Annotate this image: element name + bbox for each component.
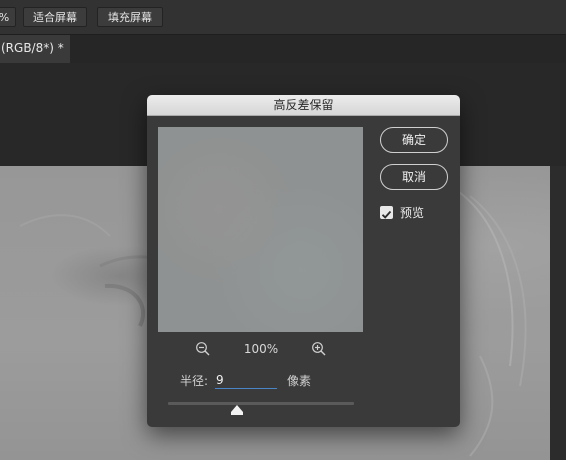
- filter-preview[interactable]: [158, 127, 363, 332]
- ok-button[interactable]: 确定: [380, 127, 448, 153]
- document-tab-bar: (RGB/8*) *: [0, 35, 566, 63]
- zoom-level: 100%: [243, 342, 279, 356]
- radius-label: 半径:: [180, 374, 209, 388]
- document-tab[interactable]: (RGB/8*) *: [0, 35, 70, 63]
- radius-slider-thumb[interactable]: [231, 405, 243, 415]
- dialog-title[interactable]: 高反差保留: [147, 95, 460, 116]
- fill-screen-button[interactable]: 填充屏幕: [97, 7, 163, 27]
- preview-zoom-controls: 100%: [158, 341, 363, 359]
- checkmark-icon: [381, 210, 392, 219]
- radius-input[interactable]: [215, 371, 277, 389]
- partial-zoom-button[interactable]: %: [0, 7, 16, 27]
- options-bar: % 适合屏幕 填充屏幕: [0, 0, 566, 35]
- fit-screen-button[interactable]: 适合屏幕: [23, 7, 87, 27]
- zoom-in-icon[interactable]: [311, 341, 327, 357]
- high-pass-dialog: 高反差保留 100% 确定 取消 预览 半径: 像素: [147, 95, 460, 427]
- radius-slider-track[interactable]: [168, 402, 354, 405]
- cancel-button[interactable]: 取消: [380, 164, 448, 190]
- canvas-edge: [550, 166, 566, 460]
- zoom-out-icon[interactable]: [195, 341, 211, 357]
- radius-unit-label: 像素: [287, 374, 312, 388]
- preview-label: 预览: [400, 206, 425, 220]
- preview-checkbox[interactable]: [380, 206, 393, 219]
